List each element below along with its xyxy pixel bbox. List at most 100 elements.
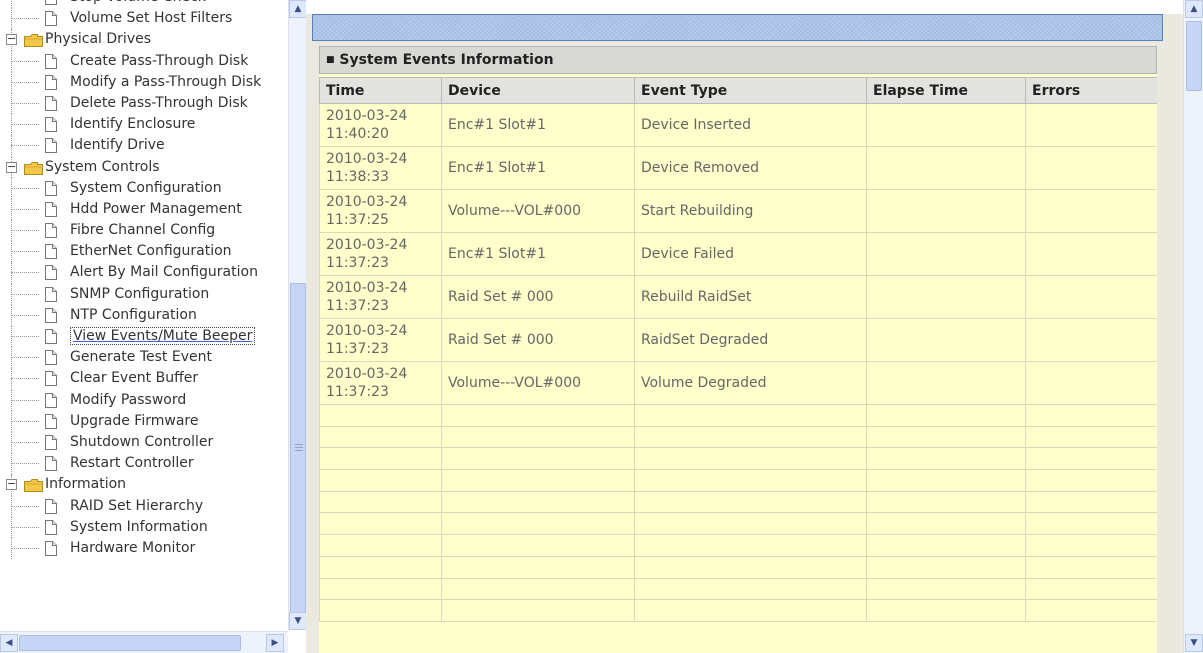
tree-item-label[interactable]: Alert By Mail Configuration (70, 264, 258, 280)
collapse-icon[interactable]: − (6, 478, 17, 491)
window-scroll-down-arrow-icon[interactable]: ▼ (1185, 634, 1203, 652)
tree-item[interactable]: Clear Event Buffer (0, 368, 288, 390)
tree-item-label[interactable]: Identify Drive (70, 137, 165, 153)
page-icon (44, 329, 57, 344)
tree-item[interactable]: System Information (0, 516, 288, 538)
tree-item[interactable]: NTP Configuration (0, 304, 288, 326)
table-header-row: Time Device Event Type Elapse Time Error… (319, 77, 1157, 104)
tree-item[interactable]: SNMP Configuration (0, 283, 288, 305)
tree-horizontal-scroll-thumb[interactable] (19, 635, 241, 651)
tree-item-label[interactable]: System Controls (45, 159, 160, 175)
empty-cell (634, 469, 867, 492)
tree-item[interactable]: Identify Drive (0, 135, 288, 157)
scroll-down-arrow-icon[interactable]: ▼ (289, 612, 306, 630)
tree-item[interactable]: Shutdown Controller (0, 431, 288, 454)
cell-elapse-time (866, 275, 1026, 319)
empty-table-row (319, 469, 1157, 492)
tree-item-label[interactable]: Fibre Channel Config (70, 222, 215, 238)
empty-cell (319, 534, 442, 557)
tree-folder-node[interactable]: − Information (0, 474, 288, 496)
tree-item-label[interactable]: Upgrade Firmware (70, 413, 198, 429)
tree-item[interactable]: Fibre Channel Config (0, 220, 288, 242)
tree-item-label[interactable]: Delete Pass-Through Disk (70, 95, 248, 111)
tree-item-label[interactable]: SNMP Configuration (70, 286, 209, 302)
empty-cell (319, 447, 442, 471)
page-icon (44, 201, 57, 217)
tree-item-label[interactable]: Hardware Monitor (70, 540, 195, 556)
tree-item[interactable]: System Configuration (0, 177, 288, 199)
empty-cell (441, 512, 635, 536)
column-header-elapse-time: Elapse Time (866, 77, 1026, 104)
tree-item[interactable]: Modify a Pass-Through Disk (0, 71, 288, 93)
scroll-right-arrow-icon[interactable]: ▶ (266, 634, 284, 652)
tree-item-label[interactable]: Volume Set Host Filters (70, 10, 232, 26)
tree-item[interactable]: Hardware Monitor (0, 537, 288, 560)
cell-time: 2010-03-24 11:37:23 (319, 318, 442, 362)
tree-connector-line (11, 526, 39, 528)
event-date: 2010-03-24 (326, 194, 408, 210)
cell-time: 2010-03-24 11:38:33 (319, 146, 442, 190)
tree-item[interactable]: Modify Password (0, 389, 288, 411)
tree-item-label[interactable]: EtherNet Configuration (70, 243, 232, 259)
empty-cell (1025, 599, 1157, 622)
tree-item-label[interactable]: NTP Configuration (70, 307, 197, 323)
tree-item-label[interactable]: Shutdown Controller (70, 434, 213, 450)
tree-item-label[interactable]: Create Pass-Through Disk (70, 53, 248, 69)
tree-item[interactable]: Upgrade Firmware (0, 410, 288, 432)
tree-connector-line (11, 18, 39, 20)
tree-connector-line (11, 187, 39, 189)
tree-connector-line (11, 81, 39, 83)
tree-item[interactable]: Restart Controller (0, 453, 288, 475)
tree-horizontal-scrollbar[interactable]: ◀ ▶ (0, 631, 288, 653)
tree-item-label[interactable]: Information (45, 476, 126, 492)
tree-item-label[interactable]: System Information (70, 519, 208, 535)
collapse-icon[interactable]: − (6, 33, 17, 46)
tree-item-label-selected[interactable]: View Events/Mute Beeper (70, 327, 256, 345)
empty-cell (441, 404, 635, 427)
tree-item[interactable]: View Events/Mute Beeper (0, 326, 288, 348)
collapse-icon[interactable]: − (6, 161, 17, 173)
empty-cell (319, 404, 442, 427)
scroll-up-arrow-icon[interactable]: ▲ (289, 0, 306, 18)
tree-item-label[interactable]: Modify a Pass-Through Disk (70, 74, 261, 90)
tree-folder-node[interactable]: − Physical Drives (0, 29, 288, 51)
tree-item[interactable]: EtherNet Configuration (0, 241, 288, 263)
window-vertical-scrollbar[interactable]: ▲ ▼ (1183, 0, 1203, 653)
tree-item[interactable]: Generate Test Event (0, 347, 288, 369)
empty-cell (634, 555, 867, 579)
tree-item-label[interactable]: Stop Volume Check (70, 0, 206, 5)
tree-item-label[interactable]: Identify Enclosure (70, 116, 195, 132)
page-icon (44, 180, 57, 196)
tree-item-label[interactable]: System Configuration (70, 180, 222, 196)
empty-table-row (319, 599, 1157, 622)
scroll-left-arrow-icon[interactable]: ◀ (0, 634, 18, 652)
tree-item-label[interactable]: RAID Set Hierarchy (70, 498, 203, 514)
event-time: 11:37:23 (326, 384, 389, 400)
tree-folder-node[interactable]: − System Controls (0, 156, 288, 178)
page-icon (44, 519, 57, 535)
tree-vertical-scrollbar[interactable]: ▲ ▼ (288, 0, 306, 630)
cell-elapse-time (866, 103, 1026, 147)
page-icon (44, 244, 57, 260)
window-scroll-up-arrow-icon[interactable]: ▲ (1185, 0, 1203, 18)
empty-cell (866, 490, 1026, 514)
tree-item-label[interactable]: Physical Drives (45, 31, 151, 47)
cell-device: Enc#1 Slot#1 (441, 232, 635, 276)
tree-item[interactable]: Create Pass-Through Disk (0, 50, 288, 72)
tree-item-label[interactable]: Restart Controller (70, 455, 194, 471)
tree-item-label[interactable]: Clear Event Buffer (70, 370, 198, 386)
tree-item[interactable]: Delete Pass-Through Disk (0, 92, 288, 115)
tree-item[interactable]: RAID Set Hierarchy (0, 495, 288, 517)
window-vertical-scroll-thumb[interactable] (1186, 21, 1202, 91)
tree-item-label[interactable]: Modify Password (70, 392, 186, 408)
tree-item[interactable]: Stop Volume Check (0, 0, 288, 9)
tree-item[interactable]: Volume Set Host Filters (0, 8, 288, 30)
tree-item[interactable]: Identify Enclosure (0, 114, 288, 136)
tree-vertical-scroll-thumb[interactable] (290, 283, 306, 613)
tree-item-label[interactable]: Generate Test Event (70, 349, 212, 365)
empty-cell (441, 425, 635, 449)
tree-item[interactable]: Alert By Mail Configuration (0, 262, 288, 284)
tree-item[interactable]: Hdd Power Management (0, 198, 288, 221)
empty-table-row (319, 447, 1157, 471)
tree-item-label[interactable]: Hdd Power Management (70, 201, 242, 217)
